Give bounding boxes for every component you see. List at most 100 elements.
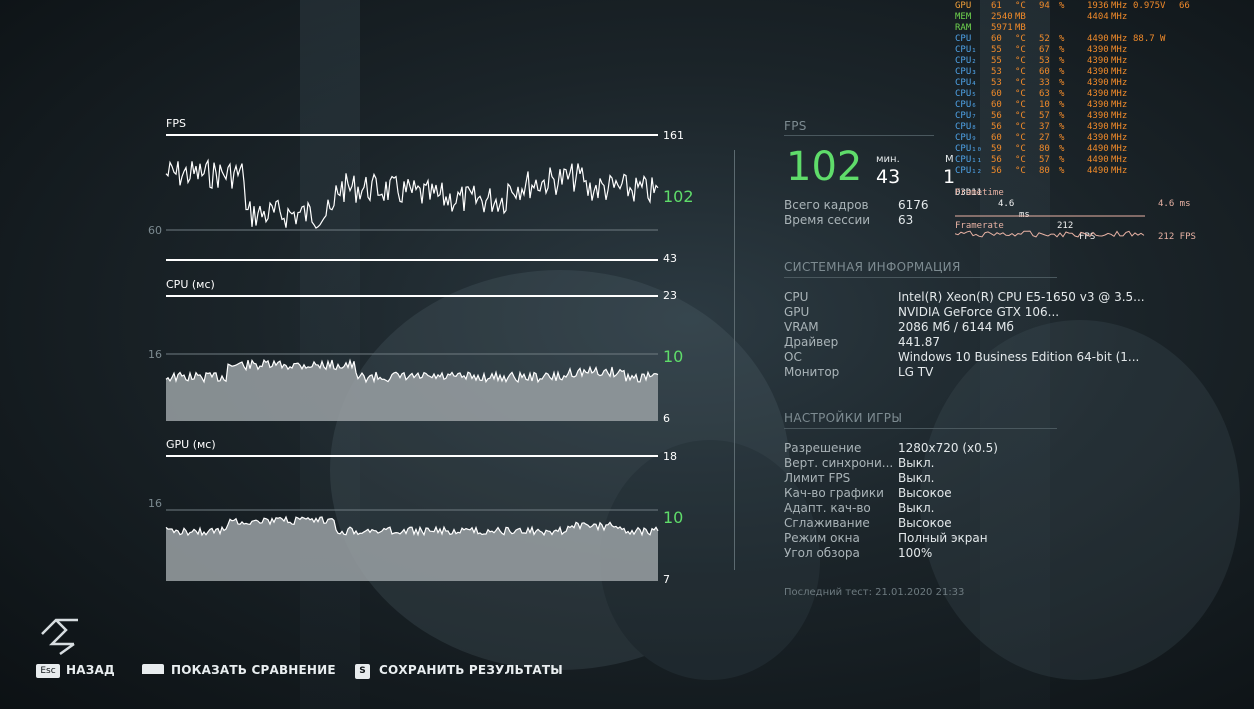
save-results-button[interactable]: СОХРАНИТЬ РЕЗУЛЬТАТЫ [379,663,563,677]
overlay-au: °C [1015,122,1026,132]
system-info-label: VRAM [784,320,819,334]
overlay-au: °C [1015,89,1026,99]
game-setting-label: Адапт. кач-во [784,501,871,515]
overlay-a: 56 [991,111,1002,121]
overlay-a: 60 [991,89,1002,99]
overlay-c: 4390 [1087,89,1109,99]
overlay-bu: % [1059,155,1065,165]
overlay-bu: % [1059,1,1065,11]
overlay-a: 5971 [991,23,1013,33]
overlay-a: 53 [991,78,1002,88]
overlay-c: 4490 [1087,166,1109,176]
overlay-n: CPU₁₁ [955,155,983,165]
game-settings-divider [784,428,1057,429]
overlay-au: °C [1015,56,1026,66]
stat-value: 63 [898,213,914,227]
framerate-mini-graph [955,230,1145,238]
fps-graph-current: 102 [663,187,694,206]
game-setting-label: Сглаживание [784,516,870,530]
overlay-b: 33 [1039,78,1050,88]
game-setting-label: Режим окна [784,531,860,545]
esc-key-icon: Esc [36,664,60,678]
system-info-value: 441.87 [898,335,940,349]
overlay-cu: MHz [1111,111,1128,121]
game-setting-label: Разрешение [784,441,862,455]
fps-graph-ref: 60 [148,224,162,237]
overlay-n: CPU₂ [955,56,977,66]
system-info-value: 2086 Мб / 6144 Мб [898,320,1014,334]
fps-graph-max: 161 [663,129,684,142]
overlay-b: 67 [1039,45,1050,55]
s-key-icon: S [355,664,370,679]
overlay-du: W [1160,34,1166,44]
system-info-divider [784,277,1057,278]
overlay-b: 52 [1039,34,1050,44]
overlay-c: 4390 [1087,133,1109,143]
game-setting-value: Высокое [898,486,952,500]
gpu-graph-ref: 16 [148,497,162,510]
overlay-b: 60 [1039,67,1050,77]
cpu-graph-current: 10 [663,347,684,366]
system-info-label: GPU [784,305,810,319]
overlay-b: 10 [1039,100,1050,110]
overlay-au: °C [1015,78,1026,88]
overlay-c: 1936 [1087,1,1109,11]
overlay-au: MB [1015,23,1026,33]
last-test-timestamp: Последний тест: 21.01.2020 21:33 [784,587,965,598]
overlay-cu: MHz [1111,34,1128,44]
overlay-b: 94 [1039,1,1050,11]
fps-current-value: 102 [786,144,863,190]
overlay-cu: MHz [1111,56,1128,66]
overlay-au: °C [1015,166,1026,176]
overlay-c: 4390 [1087,56,1109,66]
overlay-bu: % [1059,144,1065,154]
show-comparison-button[interactable]: ПОКАЗАТЬ СРАВНЕНИЕ [171,663,336,677]
gpu-graph-area [166,517,658,581]
system-info-label: Драйвер [784,335,839,349]
game-setting-value: Полный экран [898,531,988,545]
game-settings-title: НАСТРОЙКИ ИГРЫ [784,411,903,425]
overlay-n: CPU [955,34,972,44]
fps-graph [165,134,659,261]
cpu-graph-max: 23 [663,289,677,302]
overlay-bu: % [1059,166,1065,176]
overlay-b: 37 [1039,122,1050,132]
system-info-label: ОС [784,350,802,364]
overlay-n: GPU [955,1,972,11]
overlay-au: °C [1015,144,1026,154]
overlay-cu: MHz [1111,78,1128,88]
game-setting-value: 100% [898,546,933,560]
gpu-graph-min: 7 [663,573,670,586]
overlay-a: 56 [991,166,1002,176]
fps-min-value: 43 [876,166,901,188]
overlay-d: 0.975 [1133,1,1161,11]
overlay-bu: % [1059,34,1065,44]
overlay-bu: % [1059,122,1065,132]
system-info-label: Монитор [784,365,840,379]
overlay-c: 4390 [1087,67,1109,77]
overlay-a: 55 [991,56,1002,66]
overlay-b: 80 [1039,144,1050,154]
overlay-a: 2540 [991,12,1013,22]
system-info-value: NVIDIA GeForce GTX 106... [898,305,1060,319]
back-button[interactable]: НАЗАД [66,663,115,677]
overlay-a: 56 [991,155,1002,165]
fps-graph-min: 43 [663,252,677,265]
overlay-au: °C [1015,111,1026,121]
gpu-graph-label: GPU (мс) [166,438,216,451]
gpu-graph-max: 18 [663,450,677,463]
overlay-a: 55 [991,45,1002,55]
fps-graph-trace [165,158,659,229]
gpu-graph [165,455,659,581]
overlay-bu: % [1059,78,1065,88]
overlay-cu: MHz [1111,166,1128,176]
overlay-bu: % [1059,100,1065,110]
overlay-a: 60 [991,100,1002,110]
gpu-graph-current: 10 [663,508,684,527]
overlay-au: °C [1015,34,1026,44]
overlay-n: CPU₈ [955,122,977,132]
game-setting-value: Выкл. [898,471,935,485]
overlay-au: °C [1015,100,1026,110]
overlay-cu: MHz [1111,122,1128,132]
overlay-c: 4404 [1087,12,1109,22]
